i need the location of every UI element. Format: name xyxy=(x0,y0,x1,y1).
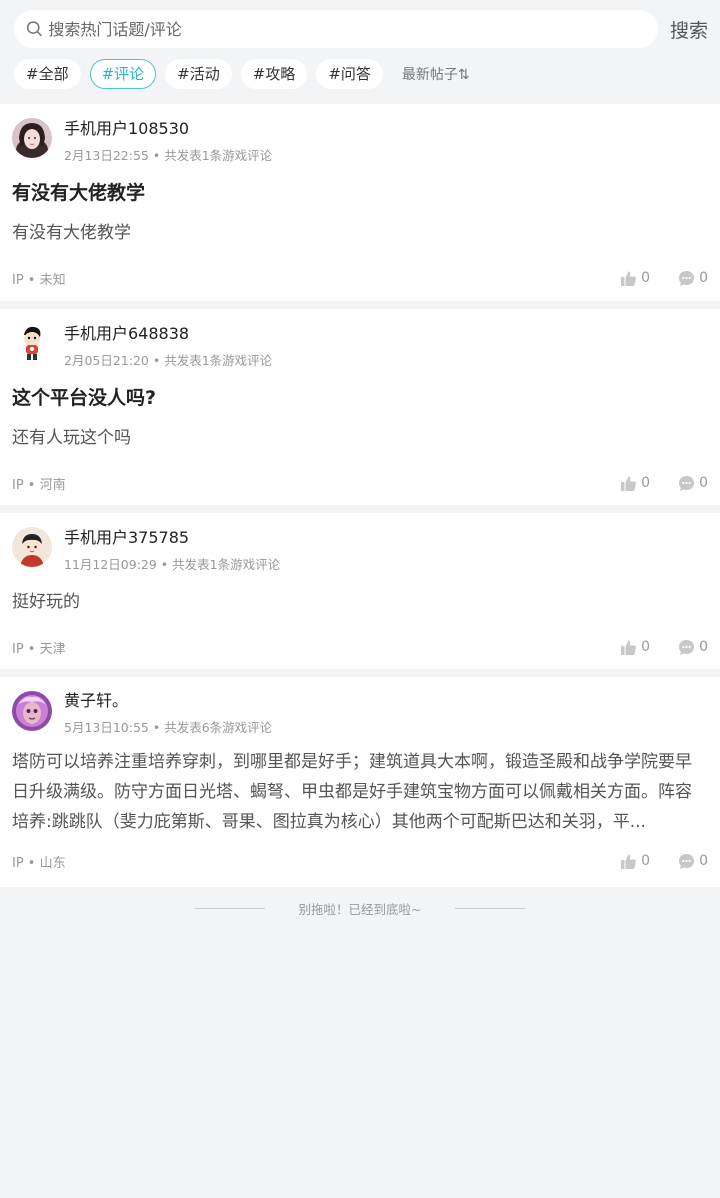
like-count: 0 xyxy=(641,270,651,286)
post-card[interactable]: 手机用户648838 2月05日21:20 • 共发表1条游戏评论 这个平台没人… xyxy=(0,309,720,505)
comment-button[interactable]: 0 xyxy=(678,639,708,656)
post-title: 这个平台没人吗? xyxy=(12,387,157,409)
like-button[interactable]: 0 xyxy=(620,639,650,656)
thumbs-up-icon xyxy=(621,271,637,286)
search-input[interactable] xyxy=(48,19,658,39)
search-icon xyxy=(26,21,42,37)
avatar[interactable] xyxy=(12,323,52,363)
avatar[interactable] xyxy=(12,527,52,567)
ip-location: IP • 山东 xyxy=(12,855,66,871)
post-header: 手机用户648838 2月05日21:20 • 共发表1条游戏评论 xyxy=(12,323,708,373)
comment-button[interactable]: 0 xyxy=(678,853,708,870)
post-card[interactable]: 手机用户108530 2月13日22:55 • 共发表1条游戏评论 有没有大佬教… xyxy=(0,104,720,301)
tag-all[interactable]: #全部 xyxy=(14,59,81,89)
thumbs-up-icon xyxy=(621,854,637,869)
end-text: 别拖啦！已经到底啦~ xyxy=(298,902,422,917)
post-user-info: 手机用户375785 11月12日09:29 • 共发表1条游戏评论 xyxy=(64,527,280,573)
post-user-info: 手机用户108530 2月13日22:55 • 共发表1条游戏评论 xyxy=(64,118,272,164)
comment-count: 0 xyxy=(699,475,708,491)
divider xyxy=(194,908,265,909)
divider xyxy=(455,908,526,909)
ip-location: IP • 天津 xyxy=(12,641,66,657)
post-user-info: 黄子轩。 5月13日10:55 • 共发表6条游戏评论 xyxy=(64,691,272,736)
tag-guide[interactable]: #攻略 xyxy=(240,59,308,89)
post-header: 黄子轩。 5月13日10:55 • 共发表6条游戏评论 xyxy=(12,691,708,741)
end-of-list-indicator: 别拖啦！已经到底啦~ xyxy=(0,899,720,918)
post-card[interactable]: 手机用户375785 11月12日09:29 • 共发表1条游戏评论 挺好玩的 … xyxy=(0,513,720,669)
comment-icon xyxy=(679,475,695,491)
like-button[interactable]: 0 xyxy=(620,853,650,870)
comment-button[interactable]: 0 xyxy=(678,475,708,492)
post-user-info: 手机用户648838 2月05日21:20 • 共发表1条游戏评论 xyxy=(64,323,272,369)
like-count: 0 xyxy=(641,639,651,655)
like-count: 0 xyxy=(641,853,651,869)
comment-button[interactable]: 0 xyxy=(678,270,708,287)
post-meta: 2月13日22:55 • 共发表1条游戏评论 xyxy=(64,148,273,163)
post-meta: 11月12日09:29 • 共发表1条游戏评论 xyxy=(64,557,281,572)
search-button[interactable]: 搜索 xyxy=(670,16,708,43)
comment-count: 0 xyxy=(699,639,708,655)
post-card[interactable]: 黄子轩。 5月13日10:55 • 共发表6条游戏评论 塔防可以培养注重培养穿刺… xyxy=(0,677,720,887)
post-body: 塔防可以培养注重培养穿刺，到哪里都是好手；建筑道具大本啊，锻造圣殿和战争学院要早… xyxy=(12,752,692,832)
comment-count: 0 xyxy=(699,853,708,869)
sort-latest-button[interactable]: 最新帖子⇅ xyxy=(402,64,470,84)
like-button[interactable]: 0 xyxy=(620,270,650,287)
post-footer: IP • 未知 0 0 xyxy=(12,252,708,304)
like-button[interactable]: 0 xyxy=(620,475,650,492)
post-meta: 5月13日10:55 • 共发表6条游戏评论 xyxy=(64,720,273,735)
tag-qa[interactable]: #问答 xyxy=(316,59,383,89)
thumbs-up-icon xyxy=(621,640,637,655)
search-box[interactable] xyxy=(14,10,658,48)
search-row: 搜索 xyxy=(14,10,708,48)
user-name[interactable]: 手机用户375785 xyxy=(64,528,280,548)
post-title: 有没有大佬教学 xyxy=(12,182,146,204)
comment-icon xyxy=(679,639,695,655)
post-body: 有没有大佬教学 xyxy=(12,223,131,243)
tag-activity[interactable]: #活动 xyxy=(165,59,232,89)
post-footer: IP • 河南 0 0 xyxy=(12,457,708,509)
ip-location: IP • 未知 xyxy=(12,272,66,288)
post-meta: 2月05日21:20 • 共发表1条游戏评论 xyxy=(64,353,273,368)
like-count: 0 xyxy=(641,475,651,491)
top-bar: 搜索 #全部 #评论 #活动 #攻略 #问答 最新帖子⇅ xyxy=(0,0,720,104)
comment-icon xyxy=(679,270,695,286)
comment-count: 0 xyxy=(699,270,708,286)
avatar[interactable] xyxy=(12,118,52,158)
thumbs-up-icon xyxy=(621,476,637,491)
post-footer: IP • 天津 0 0 xyxy=(12,621,708,673)
comment-icon xyxy=(679,853,695,869)
avatar[interactable] xyxy=(12,691,52,731)
post-footer: IP • 山东 0 0 xyxy=(12,841,708,881)
tag-filter-row: #全部 #评论 #活动 #攻略 #问答 最新帖子⇅ xyxy=(14,59,708,89)
post-header: 手机用户375785 11月12日09:29 • 共发表1条游戏评论 xyxy=(12,527,708,577)
ip-location: IP • 河南 xyxy=(12,477,66,493)
user-name[interactable]: 手机用户108530 xyxy=(64,119,272,139)
user-name[interactable]: 黄子轩。 xyxy=(64,691,272,711)
post-header: 手机用户108530 2月13日22:55 • 共发表1条游戏评论 xyxy=(12,118,708,168)
post-body: 挺好玩的 xyxy=(12,592,80,612)
user-name[interactable]: 手机用户648838 xyxy=(64,324,272,344)
post-body: 还有人玩这个吗 xyxy=(12,428,131,448)
tag-review[interactable]: #评论 xyxy=(89,59,157,89)
